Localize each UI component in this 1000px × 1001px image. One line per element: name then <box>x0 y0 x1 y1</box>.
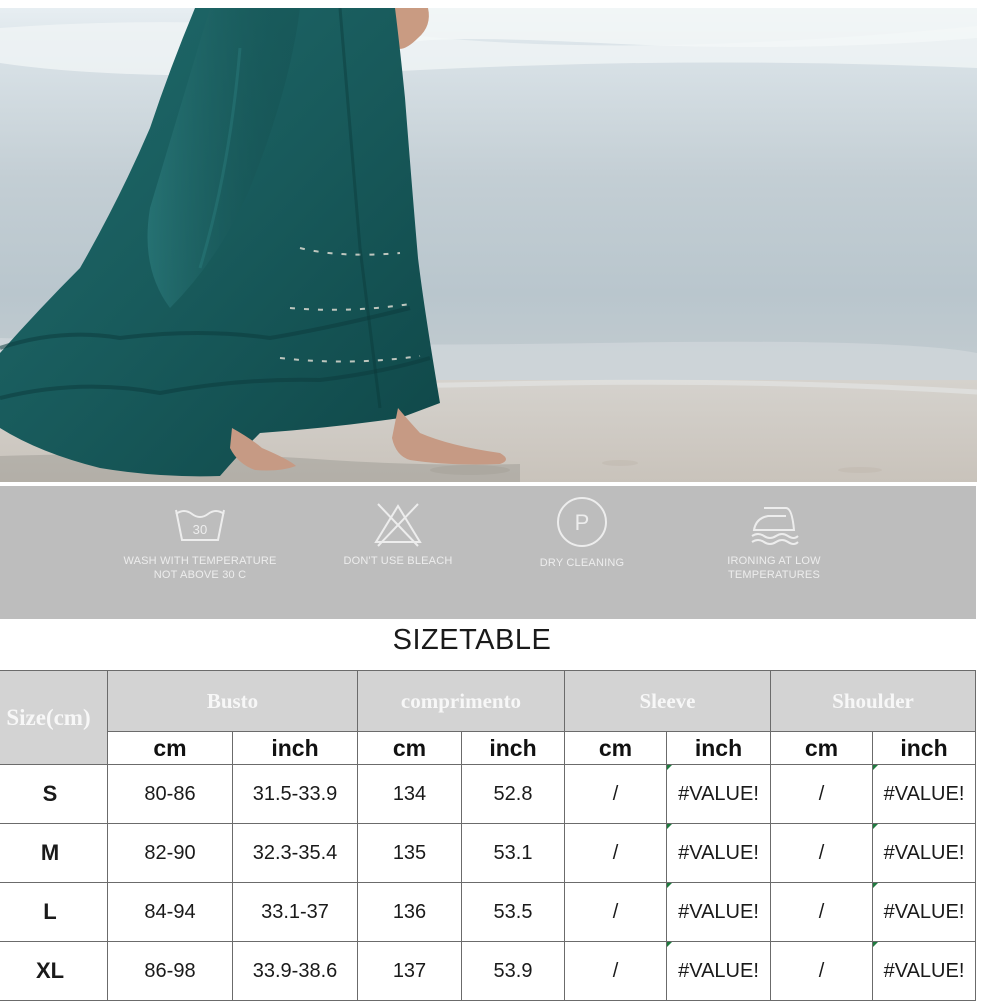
care-label-wash-line2: NOT ABOVE 30 C <box>153 569 247 581</box>
table-cell: 31.5-33.9 <box>232 764 358 824</box>
table-cell: 53.5 <box>461 882 565 942</box>
table-cell: 135 <box>357 823 462 883</box>
care-item-iron: IRONING AT LOW TEMPERATURES <box>694 500 854 582</box>
svg-text:P: P <box>575 510 590 535</box>
dry-clean-icon: P <box>557 497 607 547</box>
table-cell: 52.8 <box>461 764 565 824</box>
table-cell: 33.9-38.6 <box>232 941 358 1001</box>
table-cell: #VALUE! <box>872 823 976 883</box>
table-cell: 134 <box>357 764 462 824</box>
table-cell: 32.3-35.4 <box>232 823 358 883</box>
table-cell: #VALUE! <box>666 882 771 942</box>
beach-dress-illustration <box>0 8 977 482</box>
group-header-sleeve: Sleeve <box>564 670 771 732</box>
table-cell: / <box>770 941 873 1001</box>
table-cell: / <box>564 764 667 824</box>
table-cell: 136 <box>357 882 462 942</box>
table-cell: 80-86 <box>107 764 233 824</box>
table-cell: #VALUE! <box>666 941 771 1001</box>
care-item-wash: 30 WASH WITH TEMPERATURE NOT ABOVE 30 C <box>100 500 300 582</box>
table-row: XL 86-98 33.9-38.6 137 53.9 / #VALUE! / … <box>0 941 976 1001</box>
table-cell: 84-94 <box>107 882 233 942</box>
table-cell: 82-90 <box>107 823 233 883</box>
size-label: XL <box>0 941 108 1001</box>
unit-header: cm <box>357 731 462 765</box>
care-label-bleach: DON'T USE BLEACH <box>343 555 453 567</box>
size-label: M <box>0 823 108 883</box>
product-photo <box>0 8 977 482</box>
wash-30-icon: 30 <box>175 509 225 541</box>
care-item-bleach: DON'T USE BLEACH <box>318 500 478 568</box>
unit-header: cm <box>107 731 233 765</box>
care-label-dry-clean: DRY CLEANING <box>539 557 625 569</box>
no-bleach-icon <box>374 503 422 547</box>
table-cell: #VALUE! <box>872 882 976 942</box>
unit-header: inch <box>872 731 976 765</box>
table-cell: #VALUE! <box>872 764 976 824</box>
group-header-bust: Busto <box>107 670 358 732</box>
table-cell: #VALUE! <box>666 764 771 824</box>
table-row: L 84-94 33.1-37 136 53.5 / #VALUE! / #VA… <box>0 882 976 942</box>
table-cell: 86-98 <box>107 941 233 1001</box>
size-table-title: SIZETABLE <box>392 624 552 656</box>
table-row: S 80-86 31.5-33.9 134 52.8 / #VALUE! / #… <box>0 764 976 824</box>
size-label: S <box>0 764 108 824</box>
size-label: L <box>0 882 108 942</box>
table-row: M 82-90 32.3-35.4 135 53.1 / #VALUE! / #… <box>0 823 976 883</box>
table-cell: 53.9 <box>461 941 565 1001</box>
unit-header: inch <box>232 731 358 765</box>
table-cell: / <box>770 764 873 824</box>
care-label-iron-line2: TEMPERATURES <box>727 569 821 581</box>
svg-text:30: 30 <box>193 522 208 537</box>
table-cell: #VALUE! <box>872 941 976 1001</box>
care-instructions-band: 30 WASH WITH TEMPERATURE NOT ABOVE 30 C … <box>0 486 976 619</box>
group-header-shoulder: Shoulder <box>770 670 976 732</box>
unit-header: inch <box>666 731 771 765</box>
care-label-iron-line1: IRONING AT LOW <box>727 555 821 567</box>
table-cell: / <box>564 823 667 883</box>
table-cell: 33.1-37 <box>232 882 358 942</box>
iron-low-icon <box>751 507 799 545</box>
table-cell: #VALUE! <box>666 823 771 883</box>
unit-header: inch <box>461 731 565 765</box>
table-cell: 53.1 <box>461 823 565 883</box>
table-cell: / <box>770 823 873 883</box>
unit-header: cm <box>564 731 667 765</box>
table-cell: / <box>564 941 667 1001</box>
table-cell: 137 <box>357 941 462 1001</box>
table-cell: / <box>770 882 873 942</box>
size-column-header: Size(cm) <box>0 670 108 765</box>
unit-header: cm <box>770 731 873 765</box>
table-cell: / <box>564 882 667 942</box>
size-table: Size(cm) Busto comprimento Sleeve Should… <box>0 670 976 1001</box>
care-item-dry-clean: P DRY CLEANING <box>512 497 652 570</box>
care-label-wash-line1: WASH WITH TEMPERATURE <box>123 555 277 567</box>
group-header-length: comprimento <box>357 670 565 732</box>
